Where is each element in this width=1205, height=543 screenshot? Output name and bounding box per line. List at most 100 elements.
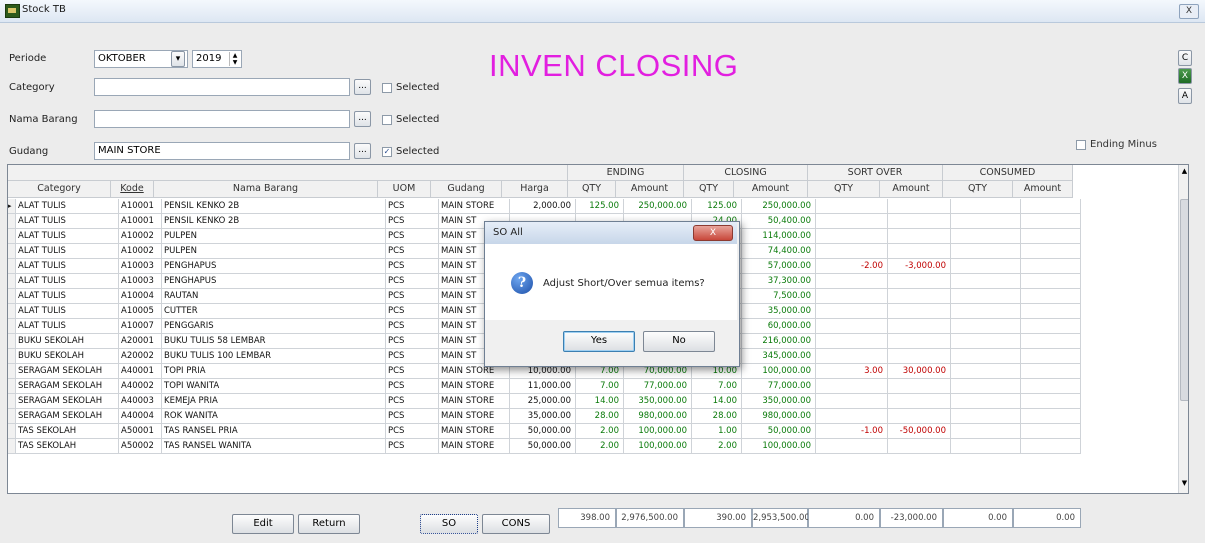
column-header[interactable]: Amount bbox=[880, 181, 943, 198]
column-header[interactable]: QTY bbox=[568, 181, 616, 198]
column-header[interactable]: Category bbox=[8, 181, 111, 198]
return-button[interactable]: Return bbox=[298, 514, 360, 534]
table-cell: -1.00 bbox=[816, 424, 888, 439]
row-indicator[interactable] bbox=[8, 289, 16, 304]
row-indicator[interactable] bbox=[8, 424, 16, 439]
table-cell: 11,000.00 bbox=[510, 379, 576, 394]
table-cell bbox=[1021, 379, 1081, 394]
category-selected-checkbox[interactable] bbox=[382, 83, 392, 93]
table-cell bbox=[888, 409, 951, 424]
side-button-a[interactable]: A bbox=[1178, 88, 1192, 104]
gudang-input[interactable]: MAIN STORE bbox=[94, 142, 350, 160]
confirm-dialog[interactable]: SO All X ? Adjust Short/Over semua items… bbox=[484, 221, 740, 367]
row-indicator[interactable] bbox=[8, 334, 16, 349]
table-cell: 77,000.00 bbox=[624, 379, 692, 394]
table-cell bbox=[816, 304, 888, 319]
total-cell: 390.00 bbox=[684, 508, 752, 528]
column-header[interactable]: Amount bbox=[1013, 181, 1073, 198]
month-select[interactable]: OKTOBER ▾ bbox=[94, 50, 188, 68]
group-header-blank bbox=[8, 165, 568, 181]
column-header[interactable]: Amount bbox=[616, 181, 684, 198]
row-indicator[interactable] bbox=[8, 439, 16, 454]
table-cell: BUKU SEKOLAH bbox=[16, 349, 119, 364]
column-header[interactable]: QTY bbox=[808, 181, 880, 198]
total-cell: 0.00 bbox=[1013, 508, 1081, 528]
column-header[interactable]: QTY bbox=[684, 181, 734, 198]
yes-button[interactable]: Yes bbox=[563, 331, 635, 352]
cons-button[interactable]: CONS bbox=[482, 514, 550, 534]
column-header[interactable]: QTY bbox=[943, 181, 1013, 198]
row-indicator[interactable] bbox=[8, 274, 16, 289]
total-cell: 2,976,500.00 bbox=[616, 508, 684, 528]
table-cell: MAIN STORE bbox=[439, 199, 510, 214]
table-cell bbox=[888, 394, 951, 409]
table-cell bbox=[888, 439, 951, 454]
spin-arrows-icon[interactable]: ▲ ▼ bbox=[229, 52, 240, 66]
nama-barang-input[interactable] bbox=[94, 110, 350, 128]
row-indicator[interactable] bbox=[8, 244, 16, 259]
table-cell: A10002 bbox=[119, 244, 162, 259]
side-button-c[interactable]: C bbox=[1178, 50, 1192, 66]
month-value: OKTOBER bbox=[98, 53, 146, 64]
column-header[interactable]: Harga bbox=[502, 181, 568, 198]
category-label: Category bbox=[9, 82, 55, 93]
table-cell: 30,000.00 bbox=[888, 364, 951, 379]
row-indicator[interactable] bbox=[8, 379, 16, 394]
scrollbar-thumb[interactable] bbox=[1180, 199, 1188, 401]
table-cell: 50,000.00 bbox=[510, 439, 576, 454]
gudang-selected-checkbox[interactable]: ✓ bbox=[382, 147, 392, 157]
table-cell: TAS SEKOLAH bbox=[16, 439, 119, 454]
row-indicator[interactable] bbox=[8, 259, 16, 274]
chevron-down-icon[interactable]: ▾ bbox=[171, 51, 185, 67]
table-cell bbox=[951, 289, 1021, 304]
table-cell bbox=[816, 289, 888, 304]
ending-minus-checkbox[interactable] bbox=[1076, 140, 1086, 150]
table-cell: 74,400.00 bbox=[742, 244, 816, 259]
table-cell bbox=[951, 349, 1021, 364]
so-button[interactable]: SO bbox=[420, 514, 478, 534]
column-header[interactable]: Gudang bbox=[431, 181, 502, 198]
table-cell: MAIN STORE bbox=[439, 394, 510, 409]
table-cell bbox=[951, 424, 1021, 439]
row-indicator[interactable] bbox=[8, 319, 16, 334]
no-button[interactable]: No bbox=[643, 331, 715, 352]
table-cell bbox=[1021, 229, 1081, 244]
nama-barang-selected-checkbox[interactable] bbox=[382, 115, 392, 125]
row-indicator[interactable] bbox=[8, 364, 16, 379]
category-browse-button[interactable]: ... bbox=[354, 79, 371, 95]
excel-icon[interactable]: X bbox=[1178, 68, 1192, 84]
column-header[interactable]: Nama Barang bbox=[154, 181, 378, 198]
gudang-browse-button[interactable]: ... bbox=[354, 143, 371, 159]
row-indicator[interactable] bbox=[8, 229, 16, 244]
category-input[interactable] bbox=[94, 78, 350, 96]
app-icon bbox=[5, 4, 20, 18]
window-close-button[interactable]: X bbox=[1179, 4, 1199, 19]
table-cell: SERAGAM SEKOLAH bbox=[16, 379, 119, 394]
column-header[interactable]: Kode bbox=[111, 181, 154, 198]
dialog-close-button[interactable]: X bbox=[693, 225, 733, 241]
edit-button[interactable]: Edit bbox=[232, 514, 294, 534]
table-cell: PENGHAPUS bbox=[162, 274, 386, 289]
table-cell bbox=[951, 394, 1021, 409]
row-indicator[interactable] bbox=[8, 409, 16, 424]
row-indicator[interactable] bbox=[8, 214, 16, 229]
table-cell bbox=[951, 244, 1021, 259]
table-cell bbox=[816, 319, 888, 334]
row-indicator[interactable] bbox=[8, 304, 16, 319]
row-indicator[interactable]: ▸ bbox=[8, 199, 16, 214]
group-header: SORT OVER bbox=[808, 165, 943, 181]
row-indicator[interactable] bbox=[8, 349, 16, 364]
table-cell: A50002 bbox=[119, 439, 162, 454]
table-cell: RAUTAN bbox=[162, 289, 386, 304]
table-cell: 14.00 bbox=[576, 394, 624, 409]
table-cell: 2.00 bbox=[576, 424, 624, 439]
vertical-scrollbar[interactable]: ▲ ▼ bbox=[1178, 165, 1188, 493]
row-indicator[interactable] bbox=[8, 394, 16, 409]
table-cell: SERAGAM SEKOLAH bbox=[16, 409, 119, 424]
column-header[interactable]: Amount bbox=[734, 181, 808, 198]
scroll-up-icon[interactable]: ▲ bbox=[1179, 167, 1188, 175]
nama-barang-browse-button[interactable]: ... bbox=[354, 111, 371, 127]
column-header[interactable]: UOM bbox=[378, 181, 431, 198]
year-stepper[interactable]: 2019 ▲ ▼ bbox=[192, 50, 242, 68]
scroll-down-icon[interactable]: ▼ bbox=[1179, 479, 1188, 487]
